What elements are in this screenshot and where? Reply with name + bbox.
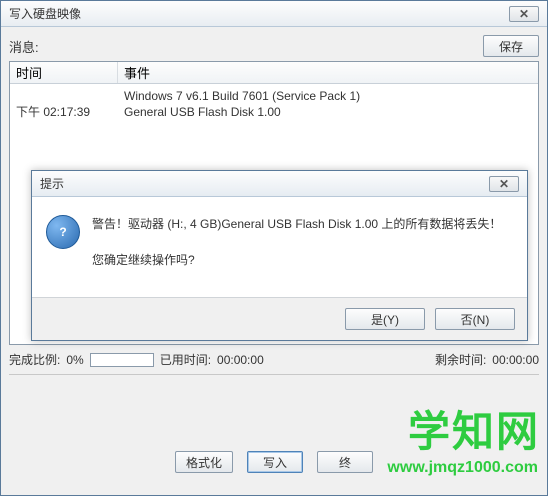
close-icon: ✕ — [499, 177, 509, 191]
close-icon: ✕ — [519, 7, 529, 21]
log-event: Windows 7 v6.1 Build 7601 (Service Pack … — [118, 88, 538, 104]
dialog-close-button[interactable]: ✕ — [489, 176, 519, 192]
format-button[interactable]: 格式化 — [175, 451, 233, 473]
col-time[interactable]: 时间 — [10, 62, 118, 83]
log-time — [10, 88, 118, 104]
elapsed-value: 00:00:00 — [217, 353, 264, 367]
done-value: 0% — [66, 353, 83, 367]
warning-text: 警告！驱动器 (H:, 4 GB)General USB Flash Disk … — [92, 215, 513, 233]
watermark-url: www.jmqz1000.com — [387, 459, 538, 477]
log-time: 下午 02:17:39 — [10, 104, 118, 120]
log-row: Windows 7 v6.1 Build 7601 (Service Pack … — [10, 88, 538, 104]
col-event[interactable]: 事件 — [118, 63, 538, 82]
save-button[interactable]: 保存 — [483, 35, 539, 57]
question-icon: ? — [46, 215, 80, 249]
elapsed-label: 已用时间: — [160, 351, 211, 368]
main-titlebar: 写入硬盘映像 ✕ — [1, 1, 547, 27]
message-label: 消息: — [9, 37, 483, 56]
log-header: 时间 事件 — [10, 62, 538, 84]
progress-row: 完成比例: 0% 已用时间: 00:00:00 剩余时间: 00:00:00 — [9, 351, 539, 368]
abort-button[interactable]: 终 — [317, 451, 373, 473]
log-body: Windows 7 v6.1 Build 7601 (Service Pack … — [10, 84, 538, 124]
main-close-button[interactable]: ✕ — [509, 6, 539, 22]
dialog-titlebar: 提示 ✕ — [32, 171, 527, 197]
no-button[interactable]: 否(N) — [435, 308, 515, 330]
main-title: 写入硬盘映像 — [9, 5, 509, 22]
dialog-footer: 是(Y) 否(N) — [32, 297, 527, 340]
confirm-dialog: 提示 ✕ ? 警告！驱动器 (H:, 4 GB)General USB Flas… — [31, 170, 528, 341]
confirm-text: 您确定继续操作吗? — [92, 251, 513, 269]
done-label: 完成比例: — [9, 351, 60, 368]
yes-button[interactable]: 是(Y) — [345, 308, 425, 330]
remain-value: 00:00:00 — [492, 353, 539, 367]
log-event: General USB Flash Disk 1.00 — [118, 104, 538, 120]
log-row: 下午 02:17:39 General USB Flash Disk 1.00 — [10, 104, 538, 120]
progress-bar — [90, 353, 154, 367]
write-button[interactable]: 写入 — [247, 451, 303, 473]
dialog-title: 提示 — [40, 175, 489, 192]
watermark-text: 学知网 — [408, 398, 540, 459]
remain-label: 剩余时间: — [435, 351, 486, 368]
